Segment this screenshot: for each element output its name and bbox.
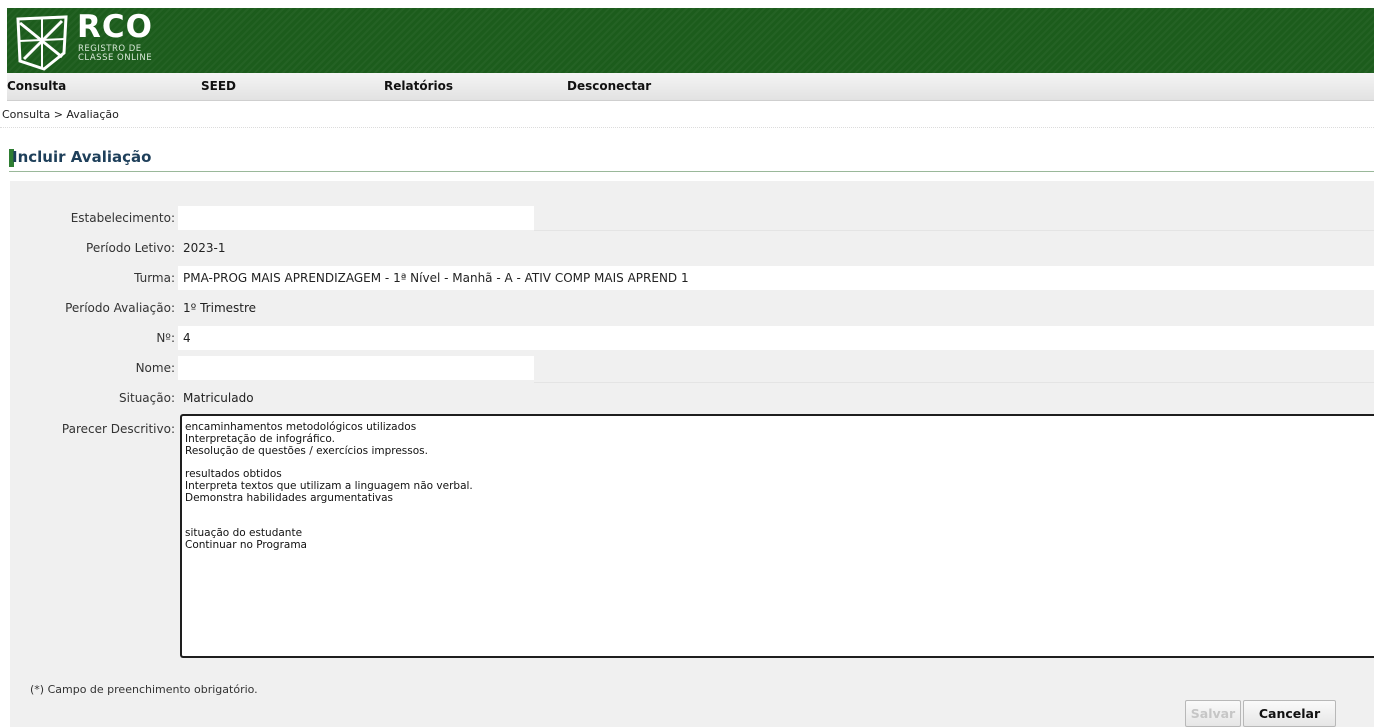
logo-emblem-icon (16, 15, 68, 71)
field-row-turma: Turma: PMA-PROG MAIS APRENDIZAGEM - 1ª N… (10, 266, 1374, 290)
field-value-situacao: Matriculado (183, 391, 254, 405)
field-row-estabelecimento: Estabelecimento: (10, 206, 1374, 231)
row-divider (534, 230, 1374, 231)
breadcrumb: Consulta > Avaliação (0, 108, 1374, 128)
field-row-numero: Nº: 4 (10, 326, 1374, 350)
field-label: Período Letivo: (86, 241, 175, 255)
field-row-nome: Nome: (10, 356, 1374, 383)
menu-item-seed[interactable]: SEED (201, 79, 236, 93)
field-label: Parecer Descritivo: (61, 422, 175, 436)
logo-subtitle: REGISTRO DE CLASSE ONLINE (78, 45, 152, 63)
parecer-descritivo-textarea[interactable]: encaminhamentos metodológicos utilizados… (180, 414, 1374, 658)
rco-logo[interactable]: RCO REGISTRO DE CLASSE ONLINE (14, 9, 174, 73)
title-divider (9, 171, 1374, 172)
field-value-turma: PMA-PROG MAIS APRENDIZAGEM - 1ª Nível - … (178, 266, 1374, 290)
menu-item-relatorios[interactable]: Relatórios (384, 79, 453, 93)
main-menu: Consulta SEED Relatórios Desconectar (7, 73, 1374, 101)
logo-title: RCO (77, 9, 153, 45)
app-header: RCO REGISTRO DE CLASSE ONLINE (7, 8, 1374, 73)
field-value-estabelecimento (178, 206, 534, 230)
save-button[interactable]: Salvar (1185, 700, 1241, 727)
field-row-situacao: Situação: Matriculado (10, 386, 1374, 410)
field-label: Período Avaliação: (65, 301, 175, 315)
page-title: Incluir Avaliação (12, 148, 152, 166)
field-label: Estabelecimento: (70, 211, 175, 225)
field-label: Situação: (119, 391, 175, 405)
field-value-periodo-avaliacao: 1º Trimestre (183, 301, 257, 315)
cancel-button[interactable]: Cancelar (1243, 700, 1336, 727)
menu-item-desconectar[interactable]: Desconectar (567, 79, 651, 93)
field-row-periodo-letivo: Período Letivo: 2023-1 (10, 236, 1374, 260)
required-field-note: (*) Campo de preenchimento obrigatório. (30, 683, 258, 696)
field-label: Nome: (135, 361, 175, 375)
row-divider (534, 382, 1374, 383)
field-value-numero: 4 (178, 326, 1374, 350)
logo-subtitle-line2: CLASSE ONLINE (78, 53, 153, 63)
field-value-periodo-letivo: 2023-1 (183, 241, 226, 255)
menu-item-consulta[interactable]: Consulta (7, 79, 66, 93)
field-value-nome (178, 356, 534, 380)
field-label: Turma: (134, 271, 175, 285)
field-label: Nº: (156, 331, 175, 345)
field-row-periodo-avaliacao: Período Avaliação: 1º Trimestre (10, 296, 1374, 320)
